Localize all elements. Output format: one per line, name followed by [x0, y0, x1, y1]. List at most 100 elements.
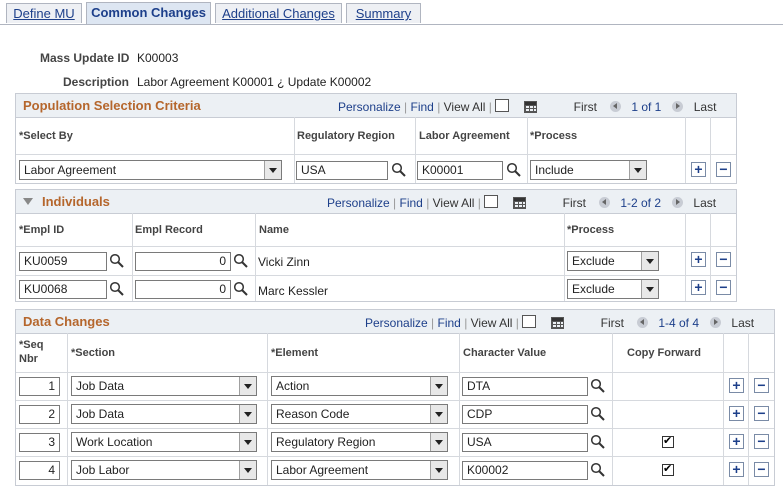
- delete-row-button[interactable]: −: [754, 434, 769, 449]
- previous-icon[interactable]: [598, 197, 610, 208]
- grid-title: Individuals: [42, 194, 110, 209]
- process-dropdown[interactable]: Exclude: [567, 279, 659, 299]
- delete-row-button[interactable]: −: [716, 162, 731, 177]
- previous-icon[interactable]: [636, 317, 648, 328]
- empl-id-input[interactable]: KU0059: [19, 252, 107, 271]
- character-value-input[interactable]: CDP: [462, 405, 588, 424]
- col-divider: [612, 333, 613, 485]
- add-row-button[interactable]: +: [729, 462, 744, 477]
- delete-row-button[interactable]: −: [754, 406, 769, 421]
- last-link[interactable]: Last: [693, 196, 716, 210]
- add-row-button[interactable]: +: [691, 280, 706, 295]
- seq-nbr-input[interactable]: 3: [19, 433, 60, 452]
- character-value-input[interactable]: DTA: [462, 377, 588, 396]
- delete-row-button[interactable]: −: [754, 462, 769, 477]
- seq-nbr-input[interactable]: 2: [19, 405, 60, 424]
- labor-agreement-input[interactable]: K00001: [417, 161, 503, 180]
- element-dropdown[interactable]: Action: [271, 376, 448, 396]
- tab-common-changes[interactable]: Common Changes: [86, 2, 211, 24]
- search-icon[interactable]: [590, 462, 606, 478]
- search-icon[interactable]: [590, 406, 606, 422]
- col-header-labor-agreement: Labor Agreement: [419, 130, 510, 142]
- empl-id-input[interactable]: KU0068: [19, 280, 107, 299]
- checkmark-icon: ✔: [663, 435, 673, 447]
- col-divider: [564, 213, 565, 301]
- col-divider: [685, 213, 686, 301]
- search-icon[interactable]: [233, 253, 249, 269]
- add-row-button[interactable]: +: [729, 434, 744, 449]
- add-row-button[interactable]: +: [729, 406, 744, 421]
- view-all-link[interactable]: View All: [444, 100, 486, 114]
- search-icon[interactable]: [109, 281, 125, 297]
- process-dropdown[interactable]: Exclude: [567, 251, 659, 271]
- find-link[interactable]: Find: [411, 100, 434, 114]
- last-link[interactable]: Last: [731, 316, 754, 330]
- next-icon[interactable]: [672, 101, 684, 112]
- process-dropdown[interactable]: Include: [530, 160, 647, 180]
- mass-update-id-value: K00003: [137, 51, 179, 65]
- element-dropdown[interactable]: Reason Code: [271, 404, 448, 424]
- add-row-button[interactable]: +: [691, 162, 706, 177]
- add-row-button[interactable]: +: [729, 378, 744, 393]
- seq-nbr-input[interactable]: 1: [19, 377, 60, 396]
- col-header-seq: *Seq: [19, 339, 44, 351]
- download-icon[interactable]: [550, 317, 564, 329]
- tab-additional-changes[interactable]: Additional Changes: [215, 3, 342, 23]
- first-link[interactable]: First: [563, 196, 586, 210]
- personalize-link[interactable]: Personalize: [365, 316, 428, 330]
- col-header-section: *Section: [71, 347, 116, 359]
- col-divider: [710, 117, 711, 183]
- zoom-icon[interactable]: [495, 99, 510, 112]
- search-icon[interactable]: [233, 281, 249, 297]
- search-icon[interactable]: [506, 162, 522, 178]
- download-icon[interactable]: [512, 197, 526, 209]
- search-icon[interactable]: [590, 378, 606, 394]
- search-icon[interactable]: [109, 253, 125, 269]
- search-icon[interactable]: [590, 434, 606, 450]
- next-icon[interactable]: [671, 197, 683, 208]
- character-value-input[interactable]: USA: [462, 433, 588, 452]
- collapse-icon[interactable]: [23, 198, 33, 206]
- zoom-icon[interactable]: [484, 195, 499, 208]
- view-all-link[interactable]: View All: [433, 196, 475, 210]
- download-icon[interactable]: [523, 101, 537, 113]
- empl-record-input[interactable]: 0: [135, 280, 231, 299]
- delete-row-button[interactable]: −: [716, 252, 731, 267]
- copy-forward-checkbox[interactable]: ✔: [662, 435, 674, 448]
- copy-forward-checkbox[interactable]: ✔: [662, 463, 674, 476]
- row-divider: [16, 372, 774, 373]
- select-by-dropdown[interactable]: Labor Agreement: [19, 160, 282, 180]
- col-header-empl-id: *Empl ID: [19, 224, 65, 236]
- tab-summary[interactable]: Summary: [346, 3, 421, 23]
- regulatory-region-input[interactable]: USA: [296, 161, 388, 180]
- section-dropdown[interactable]: Job Data: [71, 376, 257, 396]
- section-dropdown[interactable]: Work Location: [71, 432, 257, 452]
- section-dropdown[interactable]: Job Labor: [71, 460, 257, 480]
- delete-row-button[interactable]: −: [716, 280, 731, 295]
- find-link[interactable]: Find: [438, 316, 461, 330]
- last-link[interactable]: Last: [694, 100, 717, 114]
- first-link[interactable]: First: [601, 316, 624, 330]
- add-row-button[interactable]: +: [691, 252, 706, 267]
- zoom-icon[interactable]: [522, 315, 537, 328]
- next-icon[interactable]: [709, 317, 721, 328]
- previous-icon[interactable]: [609, 101, 621, 112]
- element-dropdown[interactable]: Regulatory Region: [271, 432, 448, 452]
- col-header-seq-nbr: Nbr: [19, 353, 38, 365]
- tab-define-mu[interactable]: Define MU: [6, 3, 82, 23]
- view-all-link[interactable]: View All: [471, 316, 513, 330]
- section-dropdown[interactable]: Job Data: [71, 404, 257, 424]
- empl-record-input[interactable]: 0: [135, 252, 231, 271]
- personalize-link[interactable]: Personalize: [338, 100, 401, 114]
- grid-title: Data Changes: [23, 314, 110, 329]
- find-link[interactable]: Find: [400, 196, 423, 210]
- element-dropdown[interactable]: Labor Agreement: [271, 460, 448, 480]
- search-icon[interactable]: [391, 162, 407, 178]
- row-divider: [16, 456, 774, 457]
- character-value-input[interactable]: K00002: [462, 461, 588, 480]
- delete-row-button[interactable]: −: [754, 378, 769, 393]
- personalize-link[interactable]: Personalize: [327, 196, 390, 210]
- first-link[interactable]: First: [574, 100, 597, 114]
- seq-nbr-input[interactable]: 4: [19, 461, 60, 480]
- col-header-process: *Process: [530, 130, 578, 142]
